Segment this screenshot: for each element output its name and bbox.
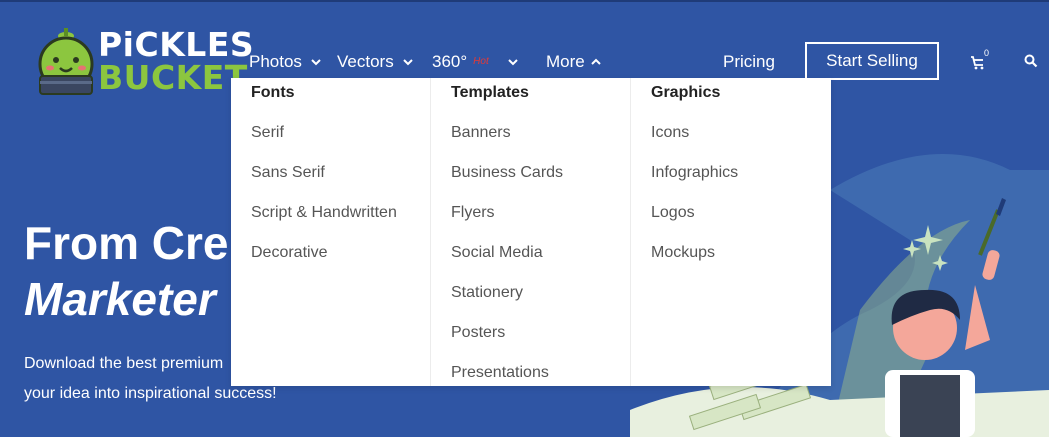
logo-line-1: PiCKLES <box>98 25 255 64</box>
page: PiCKLES BUCKET Photos Vectors 360° Hot M… <box>0 0 1049 437</box>
dropdown-column-fonts: Fonts Serif Sans Serif Script & Handwrit… <box>231 78 431 386</box>
menu-item[interactable]: Script & Handwritten <box>251 203 430 223</box>
column-heading[interactable]: Graphics <box>651 83 831 103</box>
cart-count: 0 <box>984 48 990 58</box>
menu-item[interactable]: Business Cards <box>451 163 630 183</box>
nav-vectors[interactable]: Vectors <box>337 52 414 72</box>
nav-360-label: 360° <box>432 52 468 71</box>
nav-photos[interactable]: Photos <box>249 52 322 72</box>
search-icon[interactable] <box>1024 54 1038 68</box>
menu-item[interactable]: Flyers <box>451 203 630 223</box>
dropdown-column-graphics: Graphics Icons Infographics Logos Mockup… <box>631 78 831 386</box>
nav-photos-label: Photos <box>249 52 302 71</box>
nav-360[interactable]: 360° Hot <box>432 52 519 72</box>
hot-badge: Hot <box>473 56 489 67</box>
menu-item[interactable]: Mockups <box>651 243 831 263</box>
chevron-down-icon <box>311 59 321 66</box>
menu-item[interactable]: Stationery <box>451 283 630 303</box>
hero-title-line-1: From Cre <box>24 217 229 269</box>
chevron-down-icon <box>402 59 413 66</box>
logo[interactable]: PiCKLES BUCKET <box>34 26 254 100</box>
start-selling-button[interactable]: Start Selling <box>805 42 939 80</box>
nav-vectors-label: Vectors <box>337 52 394 71</box>
hero-paragraph-line-2: your idea into inspirational success! <box>24 385 277 402</box>
menu-item[interactable]: Infographics <box>651 163 831 183</box>
pickle-mascot-icon <box>38 28 94 95</box>
menu-item[interactable]: Decorative <box>251 243 430 263</box>
menu-item[interactable]: Presentations <box>451 363 630 383</box>
menu-item[interactable]: Social Media <box>451 243 630 263</box>
top-border <box>0 0 1049 2</box>
nav-pricing-label: Pricing <box>723 52 775 71</box>
hero-title-line-2: Marketer <box>24 273 216 325</box>
menu-item[interactable]: Banners <box>451 123 630 143</box>
more-dropdown-menu: Fonts Serif Sans Serif Script & Handwrit… <box>231 78 831 386</box>
menu-item[interactable]: Posters <box>451 323 630 343</box>
nav-more[interactable]: More <box>546 52 602 72</box>
column-heading[interactable]: Fonts <box>251 83 430 103</box>
nav-more-label: More <box>546 52 585 71</box>
chevron-up-icon <box>591 58 601 65</box>
chevron-down-icon <box>508 59 518 66</box>
menu-item[interactable]: Sans Serif <box>251 163 430 183</box>
dropdown-column-templates: Templates Banners Business Cards Flyers … <box>431 78 631 386</box>
hero-paragraph-line-1: Download the best premium <box>24 355 224 372</box>
menu-item[interactable]: Serif <box>251 123 430 143</box>
nav-pricing[interactable]: Pricing <box>723 52 775 72</box>
column-heading[interactable]: Templates <box>451 83 630 103</box>
menu-item[interactable]: Logos <box>651 203 831 223</box>
menu-item[interactable]: Icons <box>651 123 831 143</box>
